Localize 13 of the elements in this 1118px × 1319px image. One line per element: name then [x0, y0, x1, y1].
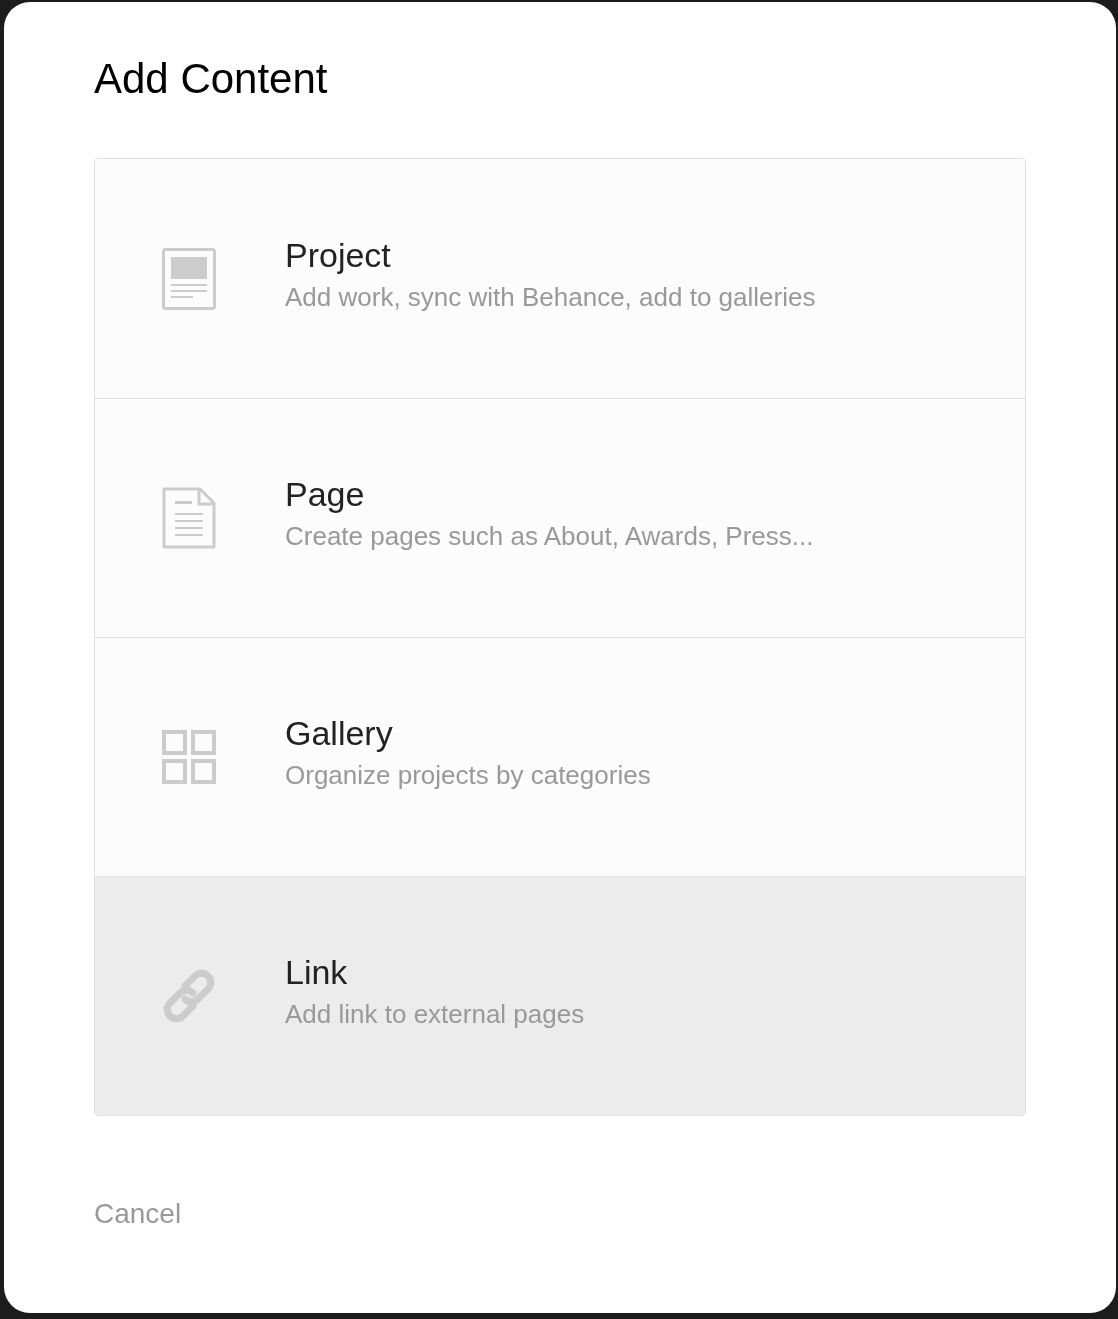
option-title: Project [285, 234, 392, 275]
document-icon [162, 247, 216, 310]
option-description: Add link to external pages [285, 998, 585, 1030]
option-description: Add work, sync with Behance, add to galleries [285, 280, 816, 313]
option-title: Link [285, 952, 349, 992]
option-description: Create pages such as About, Awards, Press... [285, 520, 814, 552]
option-title: Gallery [285, 713, 394, 753]
content-option[interactable]: Link Add link to external pages [95, 876, 1025, 1115]
page-icon [162, 487, 216, 549]
grid-icon [162, 730, 216, 784]
option-title: Page [285, 474, 366, 514]
option-description: Organize projects by categories [285, 759, 651, 791]
dialog-title: Add Content [94, 54, 329, 104]
